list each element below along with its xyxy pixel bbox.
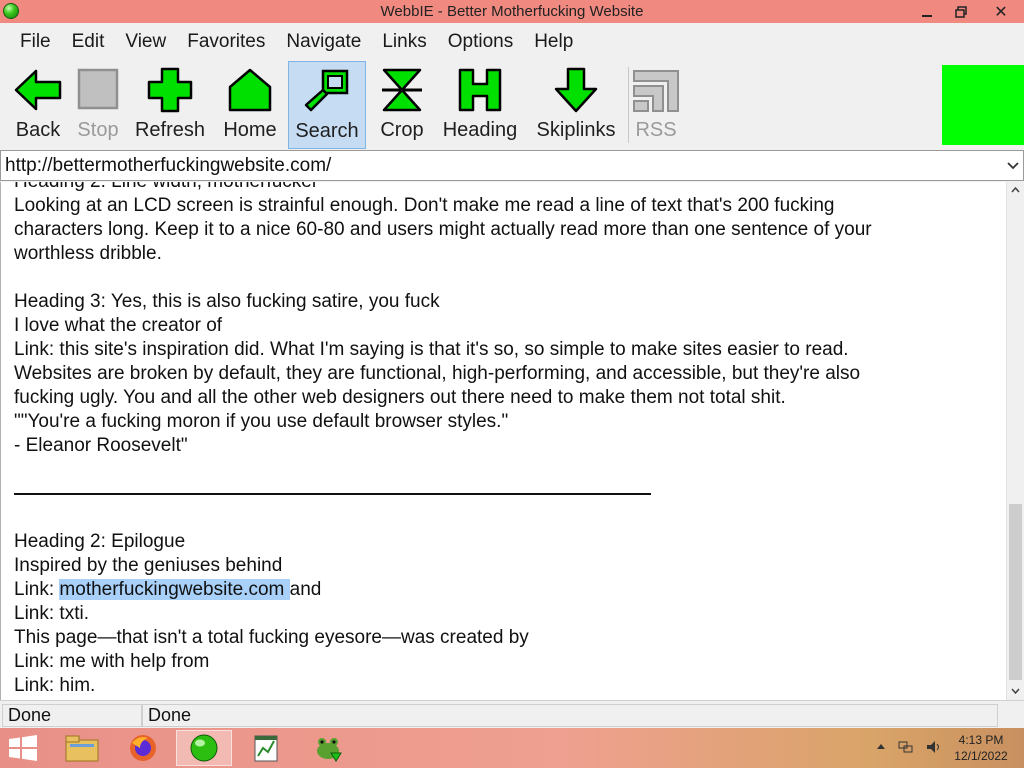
content-line: characters long. Keep it to a nice 60-80… — [14, 219, 872, 240]
rss-button[interactable]: RSS — [630, 61, 682, 149]
content-link-line[interactable]: Link: this site's inspiration did. What … — [14, 338, 994, 362]
network-icon[interactable] — [898, 740, 914, 757]
vertical-scrollbar[interactable] — [1006, 182, 1024, 700]
skiplinks-button[interactable]: Skiplinks — [532, 61, 620, 149]
scrollbar-thumb[interactable] — [1009, 504, 1022, 680]
content-line — [14, 266, 994, 290]
content-line: - Eleanor Roosevelt" — [14, 435, 188, 456]
content-line: This page—that isn't a total fucking eye… — [14, 627, 529, 648]
notepad-chart-icon[interactable] — [238, 730, 294, 766]
tray-expand-icon[interactable] — [876, 740, 886, 757]
heading-h-icon — [458, 68, 502, 112]
content-link-line[interactable]: Link: him. — [14, 674, 994, 698]
home-house-icon — [228, 68, 272, 112]
content-line: fucking ugly. You and all the other web … — [14, 387, 786, 408]
content-line — [14, 506, 994, 530]
search-button[interactable]: Search — [288, 61, 366, 149]
content-link-line[interactable]: Link: me with help from — [14, 650, 994, 674]
toolbar-separator — [628, 67, 629, 143]
content-link-line[interactable]: Link: motherfuckingwebsite.com and — [14, 578, 994, 602]
restore-button[interactable] — [944, 0, 978, 23]
toolbar: Back Stop Refresh Home Search Crop Headi… — [0, 61, 1024, 149]
status-left: Done — [2, 704, 142, 727]
address-dropdown-icon[interactable] — [1007, 157, 1019, 173]
content-link-line[interactable]: Link: txti. — [14, 602, 994, 626]
skiplinks-down-arrow-icon — [554, 67, 598, 113]
status-bar: Done Done — [0, 700, 1024, 728]
title-bar: WebbIE - Better Motherfucking Website ✕ — [0, 0, 1024, 23]
crop-hourglass-icon — [382, 68, 422, 112]
horizontal-rule — [14, 482, 994, 506]
menu-options[interactable]: Options — [440, 31, 521, 53]
content-line: Heading 2: Line width, motherfucker — [14, 182, 994, 194]
address-url[interactable]: http://bettermotherfuckingwebsite.com/ — [5, 155, 331, 177]
search-magnifier-icon — [304, 69, 349, 112]
back-arrow-icon — [14, 69, 62, 111]
clock-date: 12/1/2022 — [954, 749, 1008, 763]
page-content[interactable]: Heading 2: Line width, motherfucker Look… — [0, 182, 1024, 700]
content-line: Heading 3: Yes, this is also fucking sat… — [14, 291, 440, 312]
menu-file[interactable]: File — [12, 31, 59, 53]
back-button[interactable]: Back — [8, 61, 68, 149]
crop-button[interactable]: Crop — [372, 61, 432, 149]
webbie-taskbar-icon[interactable] — [176, 730, 232, 766]
refresh-plus-icon — [147, 67, 193, 113]
windows-start-icon[interactable] — [8, 735, 38, 761]
taskbar-clock[interactable]: 4:13 PM 12/1/2022 — [950, 732, 1012, 764]
close-button[interactable]: ✕ — [978, 0, 1024, 23]
minimize-icon — [922, 14, 932, 17]
content-line: ""You're a fucking moron if you use defa… — [14, 411, 509, 432]
content-line: I love what the creator of — [14, 315, 223, 336]
menu-links[interactable]: Links — [374, 31, 434, 53]
firefox-icon[interactable] — [115, 730, 171, 766]
rss-icon — [633, 70, 679, 112]
status-right: Done — [142, 704, 998, 727]
clock-time: 4:13 PM — [958, 733, 1004, 747]
content-line: worthless dribble. — [14, 243, 162, 264]
stop-button[interactable]: Stop — [70, 61, 126, 149]
restore-icon — [955, 5, 967, 18]
activity-indicator — [942, 65, 1024, 145]
content-line: Websites are broken by default, they are… — [14, 363, 861, 384]
home-button[interactable]: Home — [218, 61, 282, 149]
selected-link-text[interactable]: motherfuckingwebsite.com — [59, 579, 290, 600]
taskbar: 4:13 PM 12/1/2022 — [0, 728, 1024, 768]
window-title: WebbIE - Better Motherfucking Website — [380, 3, 644, 20]
refresh-button[interactable]: Refresh — [130, 61, 210, 149]
menu-help[interactable]: Help — [526, 31, 581, 53]
scroll-up-icon[interactable] — [1007, 182, 1024, 199]
minimize-button[interactable] — [910, 0, 944, 23]
stop-icon — [77, 68, 119, 110]
address-bar[interactable]: http://bettermotherfuckingwebsite.com/ — [0, 150, 1024, 181]
file-explorer-icon[interactable] — [54, 730, 110, 766]
heading-button[interactable]: Heading — [438, 61, 522, 149]
menu-bar: File Edit View Favorites Navigate Links … — [0, 23, 1024, 61]
close-icon: ✕ — [994, 3, 1008, 21]
menu-edit[interactable]: Edit — [64, 31, 113, 53]
volume-icon[interactable] — [926, 740, 942, 757]
menu-favorites[interactable]: Favorites — [179, 31, 273, 53]
menu-navigate[interactable]: Navigate — [278, 31, 369, 53]
content-line: Inspired by the geniuses behind — [14, 555, 283, 576]
content-line: Looking at an LCD screen is strainful en… — [14, 195, 835, 216]
content-line: Heading 2: Epilogue — [14, 531, 186, 552]
frog-app-icon[interactable] — [300, 730, 356, 766]
system-tray — [876, 740, 942, 757]
scroll-down-icon[interactable] — [1007, 683, 1024, 700]
menu-view[interactable]: View — [117, 31, 174, 53]
